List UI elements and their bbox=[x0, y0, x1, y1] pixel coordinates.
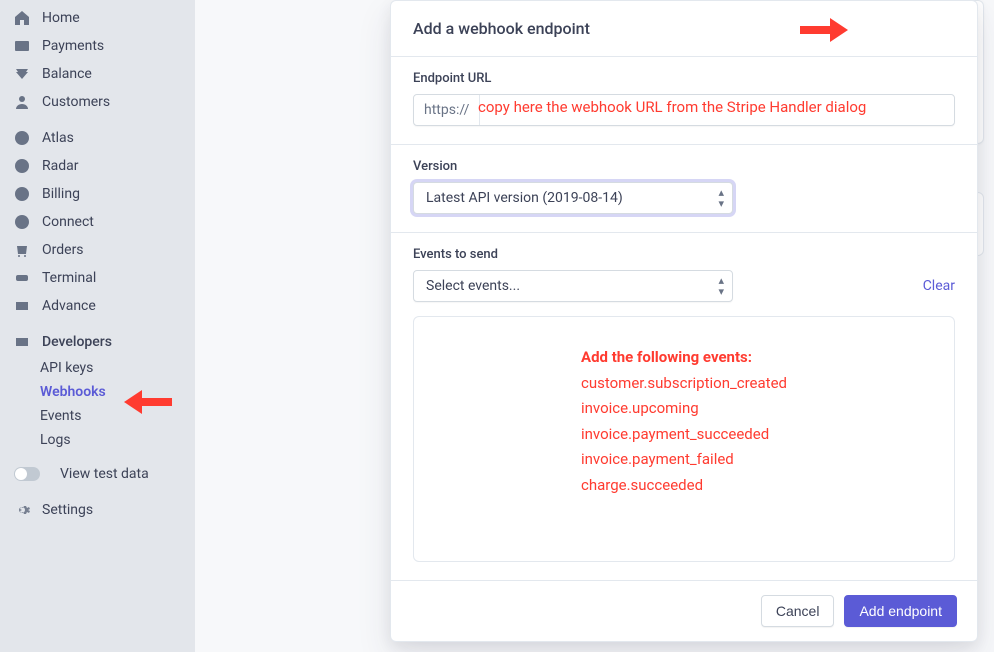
sidebar-item-label: Atlas bbox=[42, 130, 74, 146]
sidebar-item-label: Customers bbox=[42, 94, 110, 110]
sidebar-item-label: Connect bbox=[42, 214, 94, 230]
advance-icon bbox=[14, 298, 30, 314]
annotation-event: invoice.payment_succeeded bbox=[581, 422, 787, 448]
home-icon bbox=[14, 10, 30, 26]
sidebar-item-developers[interactable]: Developers bbox=[0, 328, 195, 356]
billing-icon bbox=[14, 186, 30, 202]
annotation-event: charge.succeeded bbox=[581, 473, 787, 499]
sidebar-item-orders[interactable]: Orders bbox=[0, 236, 195, 264]
main-area: + Add endpoint LAST 7 DAYS ERROR RATE 0%… bbox=[195, 0, 994, 652]
clear-link[interactable]: Clear bbox=[923, 278, 955, 294]
sidebar-item-webhooks[interactable]: Webhooks bbox=[0, 380, 195, 404]
endpoint-url-input[interactable] bbox=[480, 95, 954, 125]
sidebar-item-label: View test data bbox=[60, 466, 149, 482]
annotation-events-header: Add the following events: bbox=[581, 345, 787, 371]
cancel-button[interactable]: Cancel bbox=[761, 595, 835, 627]
developers-icon bbox=[14, 334, 30, 350]
sidebar-item-label: Balance bbox=[42, 66, 92, 82]
version-select[interactable]: Latest API version (2019-08-14) ▴▾ bbox=[413, 182, 733, 214]
events-box: Add the following events: customer.subsc… bbox=[413, 316, 955, 562]
sidebar-item-label: Advance bbox=[42, 298, 96, 314]
version-value: Latest API version (2019-08-14) bbox=[426, 190, 623, 206]
sidebar-item-label: Developers bbox=[42, 334, 112, 350]
events-select-value: Select events... bbox=[426, 278, 520, 294]
sidebar-item-label: Events bbox=[40, 408, 81, 424]
sidebar-item-label: Logs bbox=[40, 432, 71, 448]
balance-icon bbox=[14, 66, 30, 82]
gear-icon bbox=[14, 502, 30, 518]
sidebar-item-home[interactable]: Home bbox=[0, 4, 195, 32]
sidebar-item-billing[interactable]: Billing bbox=[0, 180, 195, 208]
url-prefix: https:// bbox=[414, 95, 480, 125]
events-select[interactable]: Select events... ▴▾ bbox=[413, 270, 733, 302]
sidebar-item-label: API keys bbox=[40, 360, 93, 376]
sidebar-item-label: Payments bbox=[42, 38, 104, 54]
sidebar-item-radar[interactable]: Radar bbox=[0, 152, 195, 180]
version-label: Version bbox=[413, 159, 955, 174]
annotation-event: invoice.upcoming bbox=[581, 396, 787, 422]
payments-icon bbox=[14, 38, 30, 54]
sidebar-item-apikeys[interactable]: API keys bbox=[0, 356, 195, 380]
chevron-updown-icon: ▴▾ bbox=[718, 187, 724, 209]
sidebar-item-advance[interactable]: Advance bbox=[0, 292, 195, 320]
add-webhook-modal: Add a webhook endpoint Endpoint URL http… bbox=[390, 0, 978, 642]
sidebar-item-settings[interactable]: Settings bbox=[0, 496, 195, 524]
terminal-icon bbox=[14, 270, 30, 286]
endpoint-url-label: Endpoint URL bbox=[413, 71, 955, 86]
annotation-event: invoice.payment_failed bbox=[581, 447, 787, 473]
radar-icon bbox=[14, 158, 30, 174]
sidebar-item-atlas[interactable]: Atlas bbox=[0, 124, 195, 152]
sidebar-item-payments[interactable]: Payments bbox=[0, 32, 195, 60]
chevron-updown-icon: ▴▾ bbox=[718, 275, 724, 297]
modal-title: Add a webhook endpoint bbox=[391, 1, 977, 57]
sidebar-item-label: Radar bbox=[42, 158, 79, 174]
sidebar-item-label: Billing bbox=[42, 186, 80, 202]
sidebar-item-label: Terminal bbox=[42, 270, 96, 286]
connect-icon bbox=[14, 214, 30, 230]
sidebar-item-label: Settings bbox=[42, 502, 93, 518]
sidebar-item-label: Orders bbox=[42, 242, 84, 258]
sidebar-item-viewtestdata[interactable]: View test data bbox=[0, 460, 195, 488]
annotation-event: customer.subscription_created bbox=[581, 371, 787, 397]
customers-icon bbox=[14, 94, 30, 110]
test-data-toggle-icon[interactable] bbox=[14, 467, 40, 481]
sidebar: Home Payments Balance Customers Atlas Ra… bbox=[0, 0, 195, 652]
add-endpoint-submit-button[interactable]: Add endpoint bbox=[844, 595, 957, 627]
sidebar-item-label: Home bbox=[42, 10, 80, 26]
sidebar-item-customers[interactable]: Customers bbox=[0, 88, 195, 116]
events-label: Events to send bbox=[413, 247, 955, 262]
sidebar-item-balance[interactable]: Balance bbox=[0, 60, 195, 88]
sidebar-item-terminal[interactable]: Terminal bbox=[0, 264, 195, 292]
sidebar-item-label: Webhooks bbox=[40, 384, 106, 400]
atlas-icon bbox=[14, 130, 30, 146]
sidebar-item-events[interactable]: Events bbox=[0, 404, 195, 428]
sidebar-item-logs[interactable]: Logs bbox=[0, 428, 195, 452]
endpoint-url-input-wrap: https:// bbox=[413, 94, 955, 126]
sidebar-item-connect[interactable]: Connect bbox=[0, 208, 195, 236]
orders-icon bbox=[14, 242, 30, 258]
